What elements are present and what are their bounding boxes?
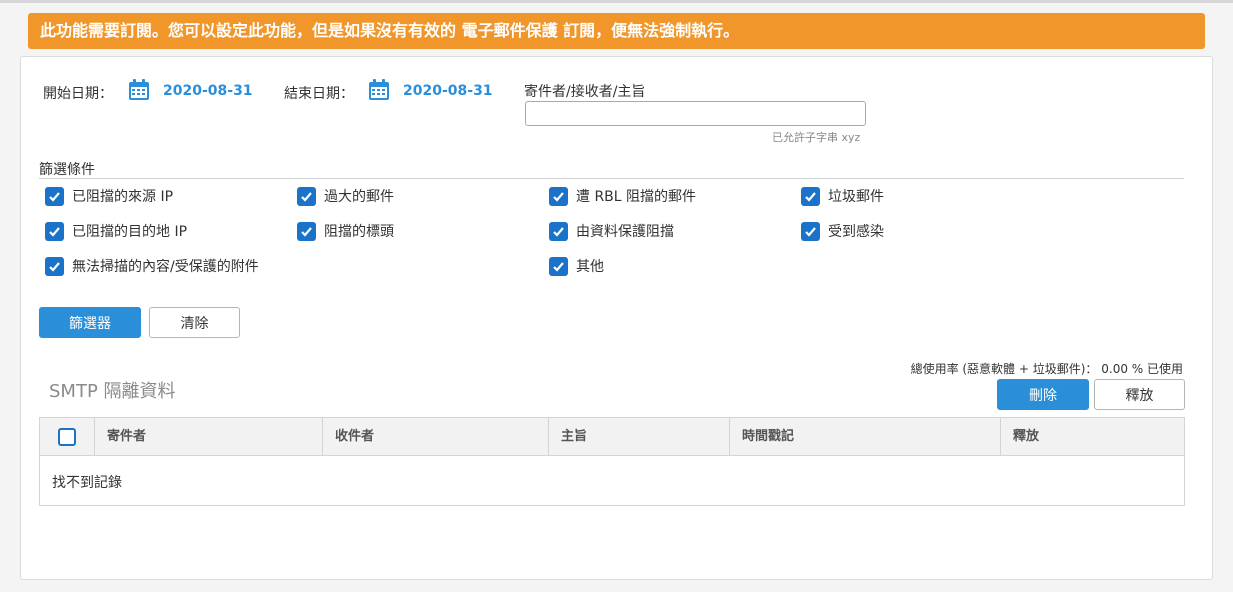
end-date-label: 結束日期： bbox=[284, 86, 354, 102]
column-header-recipient[interactable]: 收件者 bbox=[322, 418, 548, 456]
filter-label: 已阻擋的目的地 IP bbox=[72, 224, 188, 240]
filter-label: 阻擋的標頭 bbox=[324, 224, 394, 240]
filter-label: 已阻擋的來源 IP bbox=[72, 189, 174, 205]
top-border bbox=[0, 0, 1233, 3]
quarantine-usage-text: 總使用率 (惡意軟體 + 垃圾郵件)： 0.00 % 已使用 bbox=[910, 362, 1183, 376]
checkbox-checked-icon[interactable] bbox=[45, 256, 64, 276]
filter-blocked-destination-ip[interactable]: 已阻擋的目的地 IP bbox=[45, 221, 187, 241]
filter-button[interactable]: 篩選器 bbox=[39, 307, 141, 338]
checkbox-checked-icon[interactable] bbox=[297, 186, 316, 206]
checkbox-checked-icon[interactable] bbox=[549, 256, 568, 276]
main-panel: 開始日期： 2020-08-31 結束日期： 2020-08-31 寄件者/接收… bbox=[20, 56, 1213, 580]
select-all-checkbox[interactable] bbox=[58, 428, 76, 446]
checkbox-checked-icon[interactable] bbox=[801, 186, 820, 206]
calendar-icon[interactable] bbox=[128, 79, 150, 101]
checkbox-checked-icon[interactable] bbox=[45, 221, 64, 241]
filter-label: 垃圾郵件 bbox=[828, 189, 884, 205]
search-hint: 已允許子字串 xyz bbox=[772, 131, 861, 144]
calendar-icon[interactable] bbox=[368, 79, 390, 101]
filter-blocked-header[interactable]: 阻擋的標頭 bbox=[297, 221, 394, 241]
start-date-value[interactable]: 2020-08-31 bbox=[163, 83, 253, 99]
no-records-message: 找不到記錄 bbox=[52, 475, 122, 491]
filter-label: 受到感染 bbox=[828, 224, 884, 240]
release-button[interactable]: 釋放 bbox=[1094, 379, 1185, 410]
filter-oversized-mail[interactable]: 過大的郵件 bbox=[297, 186, 394, 206]
filter-label: 遭 RBL 阻擋的郵件 bbox=[576, 189, 697, 205]
table-header: 寄件者 收件者 主旨 時間戳記 釋放 bbox=[40, 418, 1184, 456]
smtp-quarantine-title: SMTP 隔離資料 bbox=[49, 381, 176, 402]
checkbox-checked-icon[interactable] bbox=[801, 221, 820, 241]
filter-label: 其他 bbox=[576, 259, 604, 275]
select-all-cell bbox=[40, 418, 94, 456]
filter-infected[interactable]: 受到感染 bbox=[801, 221, 884, 241]
filter-blocked-source-ip[interactable]: 已阻擋的來源 IP bbox=[45, 186, 173, 206]
column-header-subject[interactable]: 主旨 bbox=[548, 418, 729, 456]
filter-other[interactable]: 其他 bbox=[549, 256, 604, 276]
filter-spam[interactable]: 垃圾郵件 bbox=[801, 186, 884, 206]
search-label: 寄件者/接收者/主旨 bbox=[524, 84, 646, 100]
quarantine-table: 寄件者 收件者 主旨 時間戳記 釋放 找不到記錄 bbox=[39, 417, 1185, 506]
filter-unscannable-content[interactable]: 無法掃描的內容/受保護的附件 bbox=[45, 256, 259, 276]
column-header-release[interactable]: 釋放 bbox=[1000, 418, 1184, 456]
end-date-value[interactable]: 2020-08-31 bbox=[403, 83, 493, 99]
sender-recipient-subject-input[interactable] bbox=[525, 101, 866, 126]
checkbox-checked-icon[interactable] bbox=[297, 221, 316, 241]
filter-label: 無法掃描的內容/受保護的附件 bbox=[72, 259, 259, 275]
delete-button[interactable]: 刪除 bbox=[997, 379, 1089, 410]
checkbox-checked-icon[interactable] bbox=[45, 186, 64, 206]
column-header-timestamp[interactable]: 時間戳記 bbox=[729, 418, 1000, 456]
filter-criteria-title: 篩選條件 bbox=[39, 162, 95, 178]
column-header-sender[interactable]: 寄件者 bbox=[94, 418, 322, 456]
filter-label: 由資料保護阻擋 bbox=[576, 224, 674, 240]
filter-divider bbox=[39, 178, 1184, 179]
checkbox-checked-icon[interactable] bbox=[549, 186, 568, 206]
filter-label: 過大的郵件 bbox=[324, 189, 394, 205]
start-date-label: 開始日期： bbox=[43, 86, 113, 102]
filter-data-protection[interactable]: 由資料保護阻擋 bbox=[549, 221, 674, 241]
clear-button[interactable]: 清除 bbox=[149, 307, 240, 338]
subscription-warning-banner: 此功能需要訂閱。您可以設定此功能，但是如果沒有有效的 電子郵件保護 訂閱，便無法… bbox=[28, 13, 1205, 49]
checkbox-checked-icon[interactable] bbox=[549, 221, 568, 241]
filter-rbl-blocked[interactable]: 遭 RBL 阻擋的郵件 bbox=[549, 186, 696, 206]
